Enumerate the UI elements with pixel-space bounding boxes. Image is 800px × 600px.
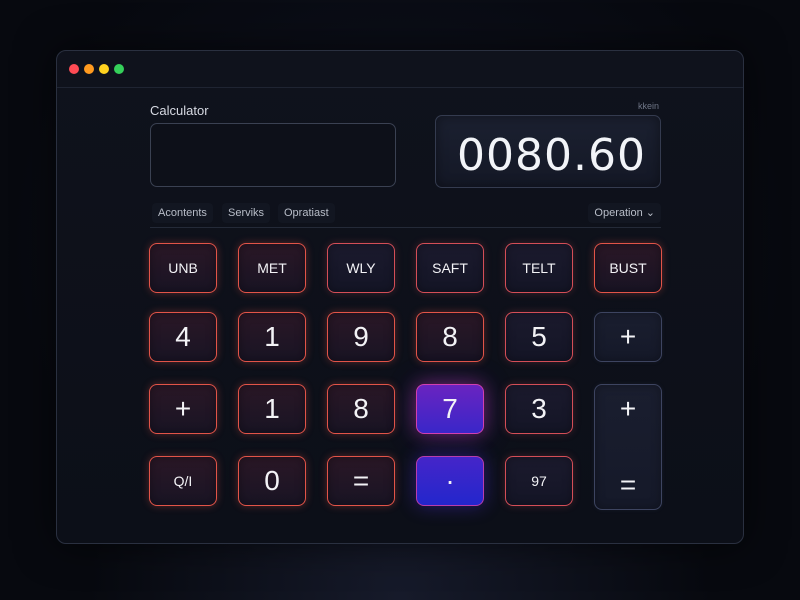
plus-equals-button[interactable]: + = [594,384,662,510]
minimize-window-button[interactable] [84,64,94,74]
plus-button-left[interactable]: + [149,384,217,434]
digit-3-button[interactable]: 3 [505,384,573,434]
q-slash-i-button[interactable]: Q/I [149,456,217,506]
plus-equals-top-label: + [619,393,637,424]
app-title: Calculator [150,103,209,118]
chevron-down-icon: ⌄ [645,207,655,219]
digit-8-button[interactable]: 8 [416,312,484,362]
function-key-met[interactable]: MET [238,243,306,293]
digit-8-button-secondary[interactable]: 8 [327,384,395,434]
maximize-window-button[interactable] [99,64,109,74]
close-window-button[interactable] [69,64,79,74]
equals-button[interactable]: = [327,456,395,506]
function-key-wly[interactable]: WLY [327,243,395,293]
digit-9-button[interactable]: 9 [327,312,395,362]
header-small-label: kkein [638,101,660,111]
digit-1-button-secondary[interactable]: 1 [238,384,306,434]
tab-opratiast[interactable]: Opratiast [278,203,335,223]
fullscreen-window-button[interactable] [114,64,124,74]
digit-1-button[interactable]: 1 [238,312,306,362]
function-key-bust[interactable]: BUST [594,243,662,293]
result-display: 0080.60 [435,115,661,188]
window-titlebar [57,51,743,88]
operation-dropdown[interactable]: Operation ⌄ [588,203,661,223]
function-key-saft[interactable]: SAFT [416,243,484,293]
digit-0-button[interactable]: 0 [238,456,306,506]
digit-5-button[interactable]: 5 [505,312,573,362]
expression-input[interactable] [150,123,396,187]
tab-serviks[interactable]: Serviks [222,203,271,223]
calculator-window: Calculator kkein 0080.60 Acontents Servi… [56,50,744,544]
mode-tabs: Acontents Serviks Opratiast Operation ⌄ [150,201,661,228]
tab-acontents[interactable]: Acontents [152,203,213,223]
decimal-button[interactable]: · [416,456,484,506]
operation-dropdown-label: Operation [594,207,643,219]
digit-7-button[interactable]: 7 [416,384,484,434]
function-key-unb[interactable]: UNB [149,243,217,293]
plus-equals-bottom-label: = [619,469,637,500]
digit-4-button[interactable]: 4 [149,312,217,362]
special-97-button[interactable]: 97 [505,456,573,506]
plus-button[interactable]: + [594,312,662,362]
function-key-telt[interactable]: TELT [505,243,573,293]
result-value: 0080.60 [457,130,646,181]
